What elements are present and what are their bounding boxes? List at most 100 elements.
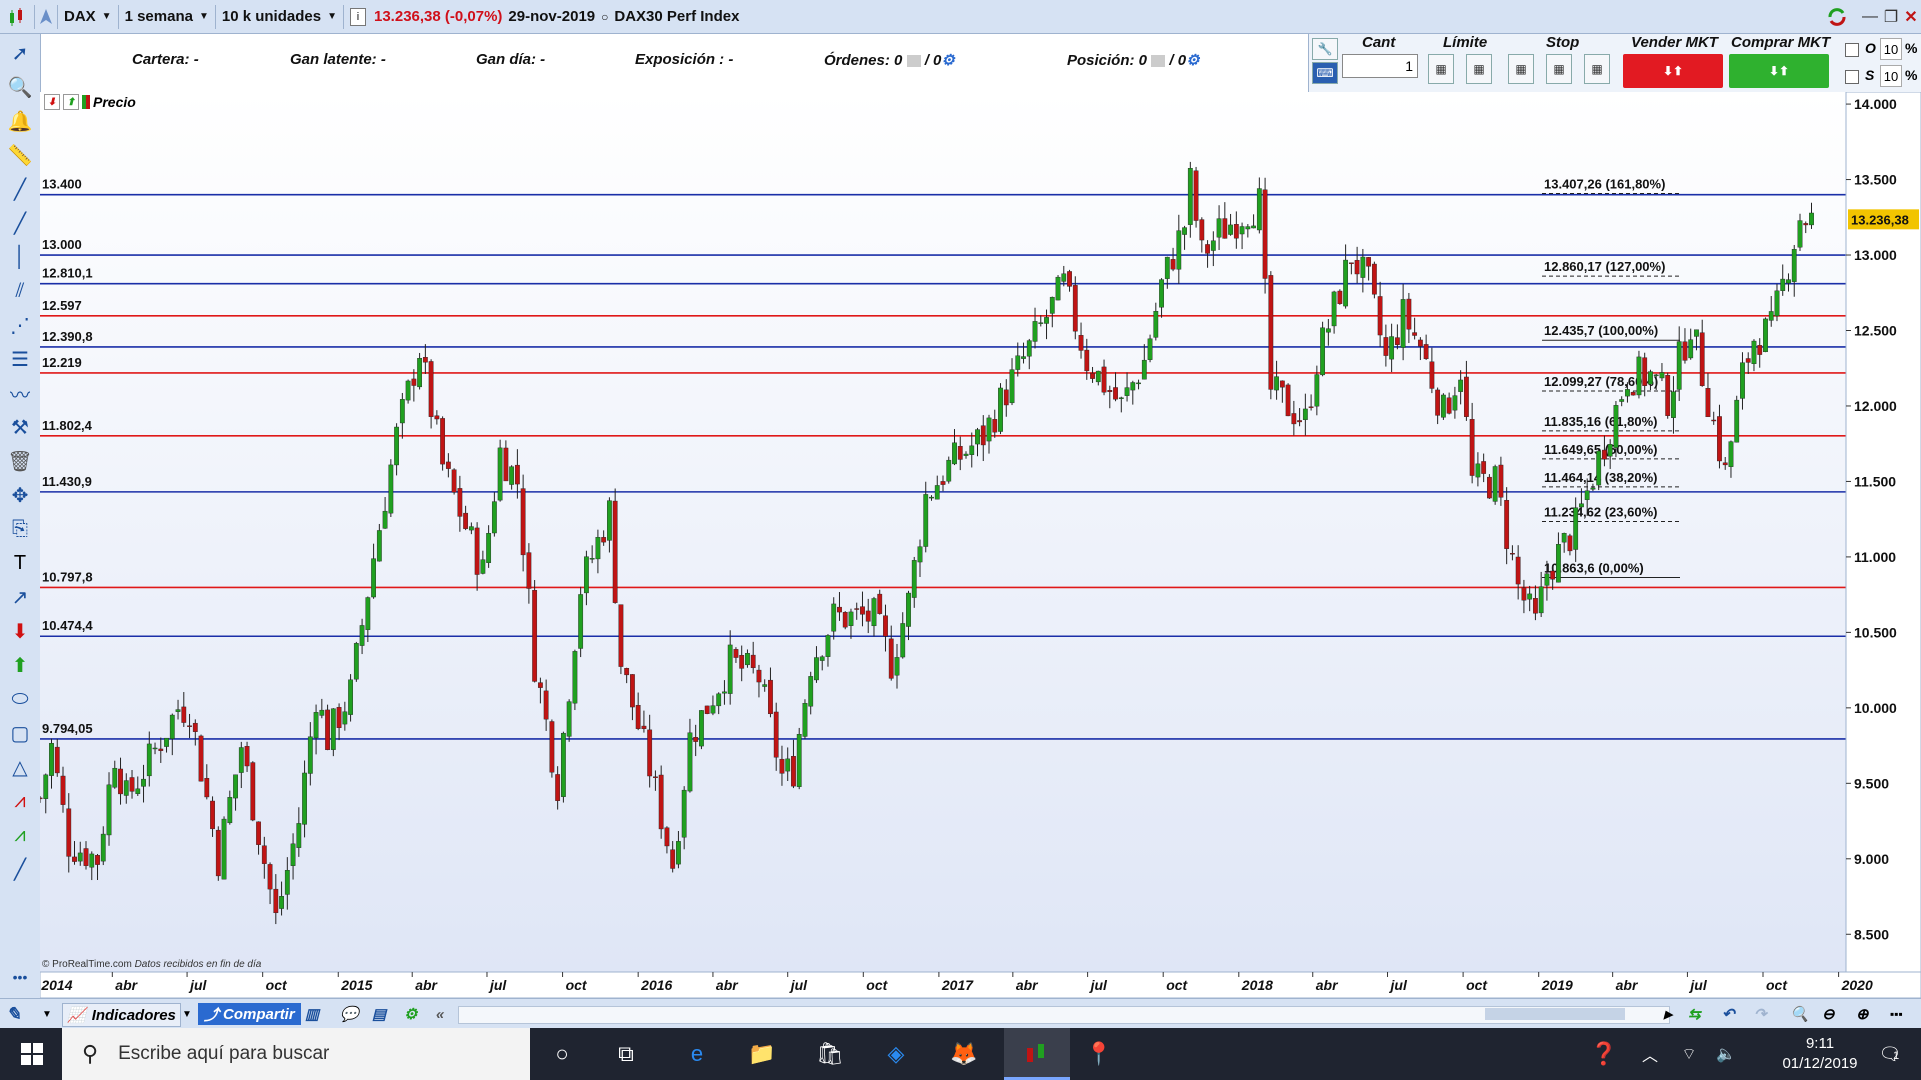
candle-up[interactable] — [1613, 405, 1619, 448]
candle-up[interactable] — [1343, 259, 1349, 307]
candle-up[interactable] — [152, 747, 158, 750]
candle-down[interactable] — [250, 762, 256, 821]
candle-up[interactable] — [1228, 224, 1233, 235]
candle-down[interactable] — [624, 668, 630, 676]
down-arrow-icon[interactable]: ⬇ — [6, 618, 34, 644]
candle-up[interactable] — [100, 833, 106, 862]
position-icon[interactable] — [1151, 55, 1166, 68]
candle-down[interactable] — [1567, 535, 1573, 552]
candle-down[interactable] — [1354, 260, 1360, 275]
candle-up[interactable] — [164, 737, 169, 747]
candle-up[interactable] — [1544, 573, 1550, 586]
candle-up[interactable] — [1095, 370, 1101, 383]
candle-up[interactable] — [376, 530, 382, 562]
candle-down[interactable] — [1533, 598, 1538, 614]
ellipse-icon[interactable]: ⬭ — [6, 686, 34, 712]
move-icon[interactable]: ✥ — [6, 482, 34, 508]
dropbox-icon[interactable]: ◈ — [882, 1040, 910, 1068]
candle-up[interactable] — [1636, 356, 1642, 396]
symbol-selector[interactable]: DAX ▼ — [58, 4, 119, 29]
candle-down[interactable] — [1515, 556, 1521, 585]
copy-icon[interactable]: ⎘ — [6, 516, 34, 542]
candle-down[interactable] — [261, 845, 267, 864]
limit-sell-icon[interactable]: ▦ — [1466, 54, 1492, 84]
candle-down[interactable] — [1291, 413, 1297, 425]
candle-up[interactable] — [607, 500, 612, 541]
candle-down[interactable] — [215, 829, 221, 877]
candle-up[interactable] — [831, 603, 837, 632]
undo-icon[interactable]: ↶ — [1722, 1003, 1735, 1025]
candle-up[interactable] — [1239, 226, 1245, 235]
candle-down[interactable] — [503, 447, 509, 482]
candle-down[interactable] — [1510, 553, 1515, 555]
candle-up[interactable] — [1768, 311, 1774, 321]
candle-up[interactable] — [1038, 322, 1044, 324]
candle-up[interactable] — [716, 693, 722, 707]
candle-up[interactable] — [1400, 299, 1406, 348]
candle-down[interactable] — [1487, 476, 1492, 499]
edge-icon[interactable]: e — [683, 1040, 711, 1068]
candle-down[interactable] — [1757, 345, 1763, 355]
candle-down[interactable] — [158, 748, 164, 751]
candle-up[interactable] — [1015, 355, 1021, 370]
candle-up[interactable] — [917, 546, 923, 563]
candle-down[interactable] — [95, 855, 100, 865]
cortana-icon[interactable]: ○ — [548, 1040, 576, 1068]
candle-down[interactable] — [273, 888, 279, 914]
candle-down[interactable] — [1072, 285, 1078, 332]
limit-buy-icon[interactable]: ▦ — [1428, 54, 1454, 84]
candle-up[interactable] — [1694, 329, 1699, 337]
chevron-up-icon[interactable]: ︿ — [1636, 1040, 1664, 1068]
candle-up[interactable] — [1688, 339, 1694, 359]
candle-down[interactable] — [187, 725, 192, 727]
candle-up[interactable] — [572, 651, 578, 704]
candle-up[interactable] — [986, 417, 992, 442]
candle-down[interactable] — [1481, 461, 1487, 474]
candle-up[interactable] — [141, 778, 146, 787]
candle-down[interactable] — [750, 654, 756, 669]
candle-up[interactable] — [1607, 444, 1613, 457]
candle-down[interactable] — [118, 768, 123, 795]
more-icon[interactable]: ▪▪▪ — [1890, 1003, 1903, 1025]
fan-icon[interactable]: ⋰ — [6, 312, 34, 338]
candle-down[interactable] — [1366, 257, 1372, 267]
candle-up[interactable] — [848, 611, 854, 626]
candle-up[interactable] — [497, 447, 503, 501]
candle-up[interactable] — [1751, 340, 1757, 365]
candle-down[interactable] — [641, 725, 647, 730]
candle-down[interactable] — [854, 608, 860, 610]
candle-up[interactable] — [1579, 503, 1584, 508]
candle-up[interactable] — [480, 559, 486, 574]
candle-up[interactable] — [1791, 249, 1797, 282]
candle-up[interactable] — [1245, 226, 1251, 230]
candle-up[interactable] — [1625, 389, 1630, 397]
candle-up[interactable] — [1653, 374, 1659, 377]
candle-up[interactable] — [238, 747, 244, 773]
candle-down[interactable] — [940, 481, 946, 485]
candle-up[interactable] — [1527, 593, 1533, 600]
candle-up[interactable] — [509, 466, 515, 485]
candle-up[interactable] — [388, 464, 394, 514]
candle-down[interactable] — [1107, 390, 1113, 393]
candle-down[interactable] — [1279, 380, 1285, 388]
candle-down[interactable] — [1412, 332, 1418, 336]
candle-up[interactable] — [1032, 321, 1038, 342]
buy-market-button[interactable]: ⬇⬆ — [1729, 54, 1829, 88]
candle-up[interactable] — [1734, 399, 1740, 443]
candle-up[interactable] — [923, 494, 929, 547]
candle-up[interactable] — [1774, 290, 1780, 317]
candle-up[interactable] — [1728, 441, 1734, 467]
candle-down[interactable] — [411, 378, 417, 386]
candle-up[interactable] — [365, 597, 371, 630]
candle-down[interactable] — [1423, 344, 1429, 360]
candle-down[interactable] — [210, 800, 215, 830]
candle-up[interactable] — [486, 533, 492, 563]
quantity-input[interactable]: 1 — [1342, 54, 1418, 78]
candle-up[interactable] — [1452, 395, 1458, 411]
backtest-icon[interactable]: ⚙ — [404, 1003, 417, 1025]
candle-up[interactable] — [929, 496, 934, 499]
candle-up[interactable] — [89, 853, 95, 868]
candle-up[interactable] — [233, 774, 238, 799]
scrollbar-thumb[interactable] — [1485, 1008, 1625, 1020]
candle-up[interactable] — [319, 709, 325, 716]
